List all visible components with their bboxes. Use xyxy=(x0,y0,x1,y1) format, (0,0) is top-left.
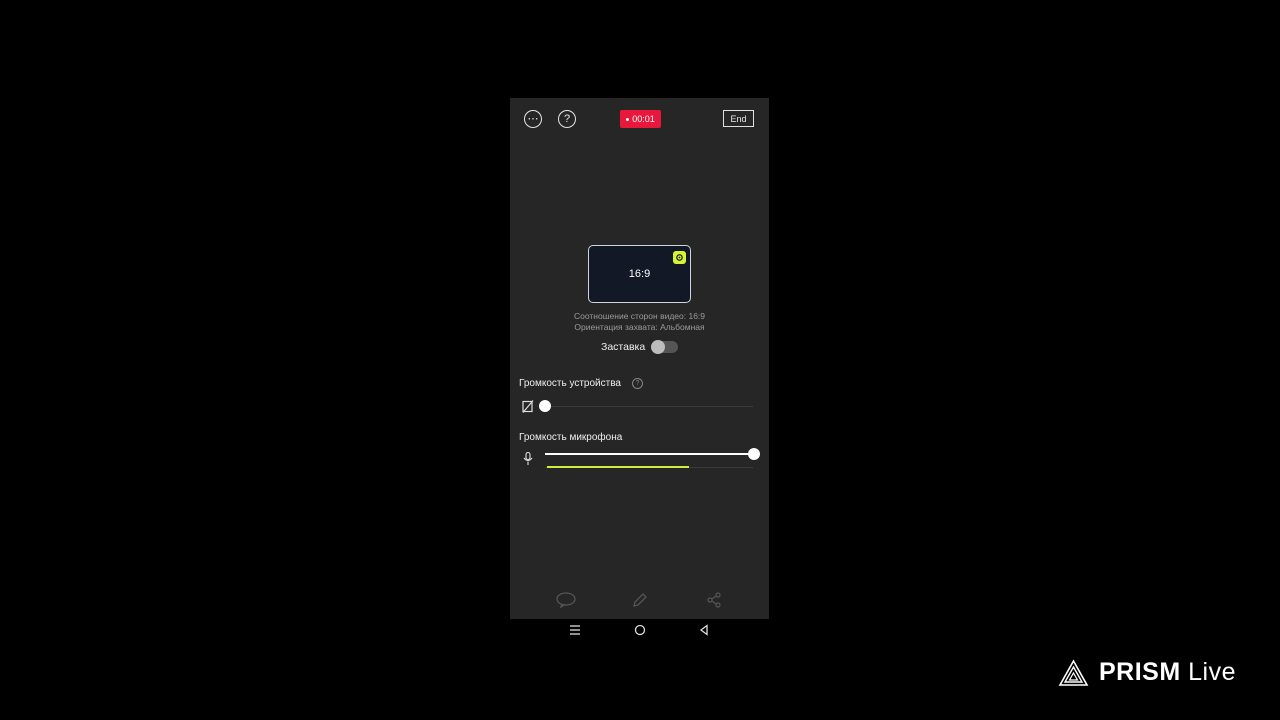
help-icon[interactable]: ? xyxy=(558,110,576,128)
brand-name-light: Live xyxy=(1188,658,1237,686)
mic-volume-fill[interactable] xyxy=(545,453,754,455)
gear-icon[interactable] xyxy=(673,251,686,264)
recording-timer: 00:01 xyxy=(620,110,661,128)
chat-icon[interactable] xyxy=(556,592,576,611)
back-icon[interactable] xyxy=(698,624,710,639)
device-volume-track[interactable] xyxy=(545,406,753,407)
aspect-ratio-label: 16:9 xyxy=(628,268,651,280)
brand-logo: PRISM Live xyxy=(1058,658,1236,687)
mic-input-level-bar xyxy=(547,466,689,468)
toggle-knob xyxy=(651,340,665,354)
orientation-info: Ориентация захвата: Альбомная xyxy=(574,322,705,332)
record-dot-icon xyxy=(626,117,630,121)
device-volume-knob[interactable] xyxy=(539,400,551,412)
home-icon[interactable] xyxy=(634,624,646,639)
share-icon[interactable] xyxy=(706,592,722,611)
device-volume-help-icon[interactable]: ? xyxy=(632,378,643,389)
mic-volume-knob[interactable] xyxy=(748,448,760,460)
menu-icon[interactable] xyxy=(569,624,581,639)
device-muted-icon xyxy=(522,400,534,418)
pen-icon[interactable] xyxy=(632,592,648,611)
prism-logo-icon xyxy=(1058,658,1089,686)
screensaver-toggle[interactable] xyxy=(651,340,678,354)
aspect-ratio-info: Соотношение сторон видео: 16:9 xyxy=(573,311,706,321)
screensaver-label: Заставка xyxy=(601,341,646,353)
mic-volume-label: Громкость микрофона xyxy=(519,432,623,443)
more-icon[interactable]: ⋯ xyxy=(524,110,542,128)
video-preview[interactable]: 16:9 xyxy=(588,245,691,303)
end-button[interactable]: End xyxy=(723,110,754,127)
brand-name-bold: PRISM xyxy=(1099,658,1181,686)
phone-screen: ⋯ ? 00:01 End 16:9 Соотношение сторон ви… xyxy=(510,98,769,619)
timer-text: 00:01 xyxy=(632,114,655,124)
microphone-icon xyxy=(523,451,533,471)
device-volume-label: Громкость устройства xyxy=(519,378,621,389)
